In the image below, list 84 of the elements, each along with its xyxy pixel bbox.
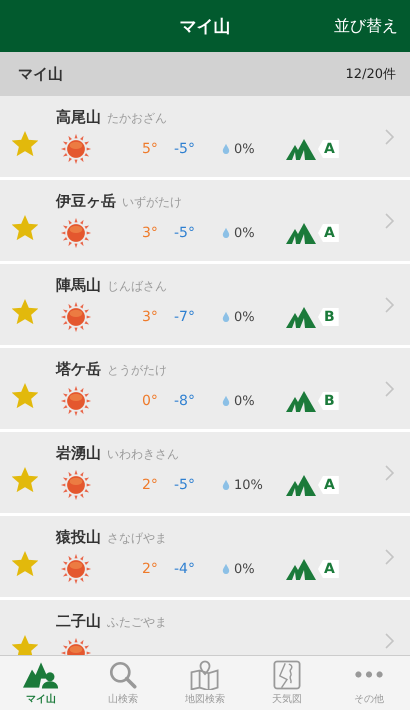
more-icon <box>354 670 384 679</box>
low-temperature: -4° <box>174 561 196 577</box>
low-temperature: -5° <box>174 477 196 493</box>
mountain-name: 二子山 <box>56 612 101 631</box>
grade-tag: A <box>318 140 339 158</box>
mountain-name: 塔ケ岳 <box>56 360 101 379</box>
precipitation-chance: 10% <box>234 478 264 492</box>
section-title: マイ山 <box>18 64 63 84</box>
raindrop-icon <box>222 395 230 407</box>
mountain-row[interactable]: 塔ケ岳 とうがたけ 0° -8° 0% B <box>0 348 410 429</box>
mountain-reading: ふたごやま <box>107 614 167 631</box>
mountain-icon <box>286 306 316 328</box>
mountain-icon <box>286 474 316 496</box>
high-temperature: 0° <box>142 393 159 409</box>
precipitation-chance: 0% <box>234 226 256 240</box>
chevron-icon <box>384 212 394 228</box>
mountain-reading: さなげやま <box>107 530 167 547</box>
mountain-row[interactable]: 伊豆ヶ岳 いずがたけ 3° -5° 0% A <box>0 180 410 261</box>
mountain-name: 伊豆ヶ岳 <box>56 192 116 211</box>
grade-tag: A <box>318 224 339 242</box>
star-icon[interactable] <box>12 634 38 655</box>
mountain-reading: いずがたけ <box>122 194 182 211</box>
sun-icon <box>60 553 92 585</box>
mountain-reading: とうがたけ <box>107 362 167 379</box>
star-icon[interactable] <box>12 298 38 324</box>
chevron-icon <box>384 380 394 396</box>
sun-icon <box>60 133 92 165</box>
mountain-icon <box>286 558 316 580</box>
mountain-name: 陣馬山 <box>56 276 101 295</box>
low-temperature: -7° <box>174 309 196 325</box>
sun-icon <box>60 385 92 417</box>
mountain-reading: いわわきさん <box>107 446 179 463</box>
raindrop-icon <box>222 563 230 575</box>
high-temperature: 3° <box>142 309 159 325</box>
mountain-row[interactable]: 陣馬山 じんばさん 3° -7° 0% B <box>0 264 410 345</box>
mountain-name: 猿投山 <box>56 528 101 547</box>
mountain-icon <box>286 222 316 244</box>
sun-icon <box>60 217 92 249</box>
star-icon[interactable] <box>12 466 38 492</box>
chevron-icon <box>384 632 394 648</box>
high-temperature: 3° <box>142 225 159 241</box>
screen-title: マイ山 <box>180 16 230 38</box>
chevron-icon <box>384 464 394 480</box>
sun-icon <box>60 469 92 501</box>
mountain-name: 岩湧山 <box>56 444 101 463</box>
low-temperature: -5° <box>174 225 196 241</box>
grade-tag: B <box>318 392 339 410</box>
precipitation-chance: 0% <box>234 310 256 324</box>
raindrop-icon <box>222 479 230 491</box>
mountain-reading: たかおざん <box>107 110 167 127</box>
raindrop-icon <box>222 311 230 323</box>
high-temperature: 2° <box>142 561 159 577</box>
sort-button[interactable]: 並び替え <box>230 16 398 36</box>
raindrop-icon <box>222 143 230 155</box>
mountain-reading: じんばさん <box>107 278 167 295</box>
grade-tag: B <box>318 308 339 326</box>
chevron-icon <box>384 296 394 312</box>
precipitation-chance: 0% <box>234 562 256 576</box>
tab[interactable]: マイ山 <box>0 656 82 710</box>
mountain-row[interactable]: 猿投山 さなげやま 2° -4° 0% A <box>0 516 410 597</box>
mountain-name: 高尾山 <box>56 108 101 127</box>
item-count: 12/20件 <box>346 66 396 83</box>
mountain-row[interactable]: 高尾山 たかおざん 5° -5° 0% A <box>0 96 410 177</box>
high-temperature: 2° <box>142 477 159 493</box>
grade-tag: A <box>318 476 339 494</box>
star-icon[interactable] <box>12 214 38 240</box>
raindrop-icon <box>222 227 230 239</box>
grade-tag: A <box>318 560 339 578</box>
low-temperature: -8° <box>174 393 196 409</box>
low-temperature: -5° <box>174 141 196 157</box>
star-icon[interactable] <box>12 550 38 576</box>
precipitation-chance: 0% <box>234 394 256 408</box>
star-icon[interactable] <box>12 382 38 408</box>
star-icon[interactable] <box>12 130 38 156</box>
chevron-icon <box>384 128 394 144</box>
mountain-row[interactable]: 二子山 ふたごやま <box>0 600 410 655</box>
chevron-icon <box>384 548 394 564</box>
mountain-icon <box>286 138 316 160</box>
high-temperature: 5° <box>142 141 159 157</box>
mountain-person-icon <box>23 660 59 690</box>
precipitation-chance: 0% <box>234 142 256 156</box>
mountain-icon <box>286 390 316 412</box>
mountain-row[interactable]: 岩湧山 いわわきさん 2° -5° 10% A <box>0 432 410 513</box>
sun-icon <box>60 301 92 333</box>
